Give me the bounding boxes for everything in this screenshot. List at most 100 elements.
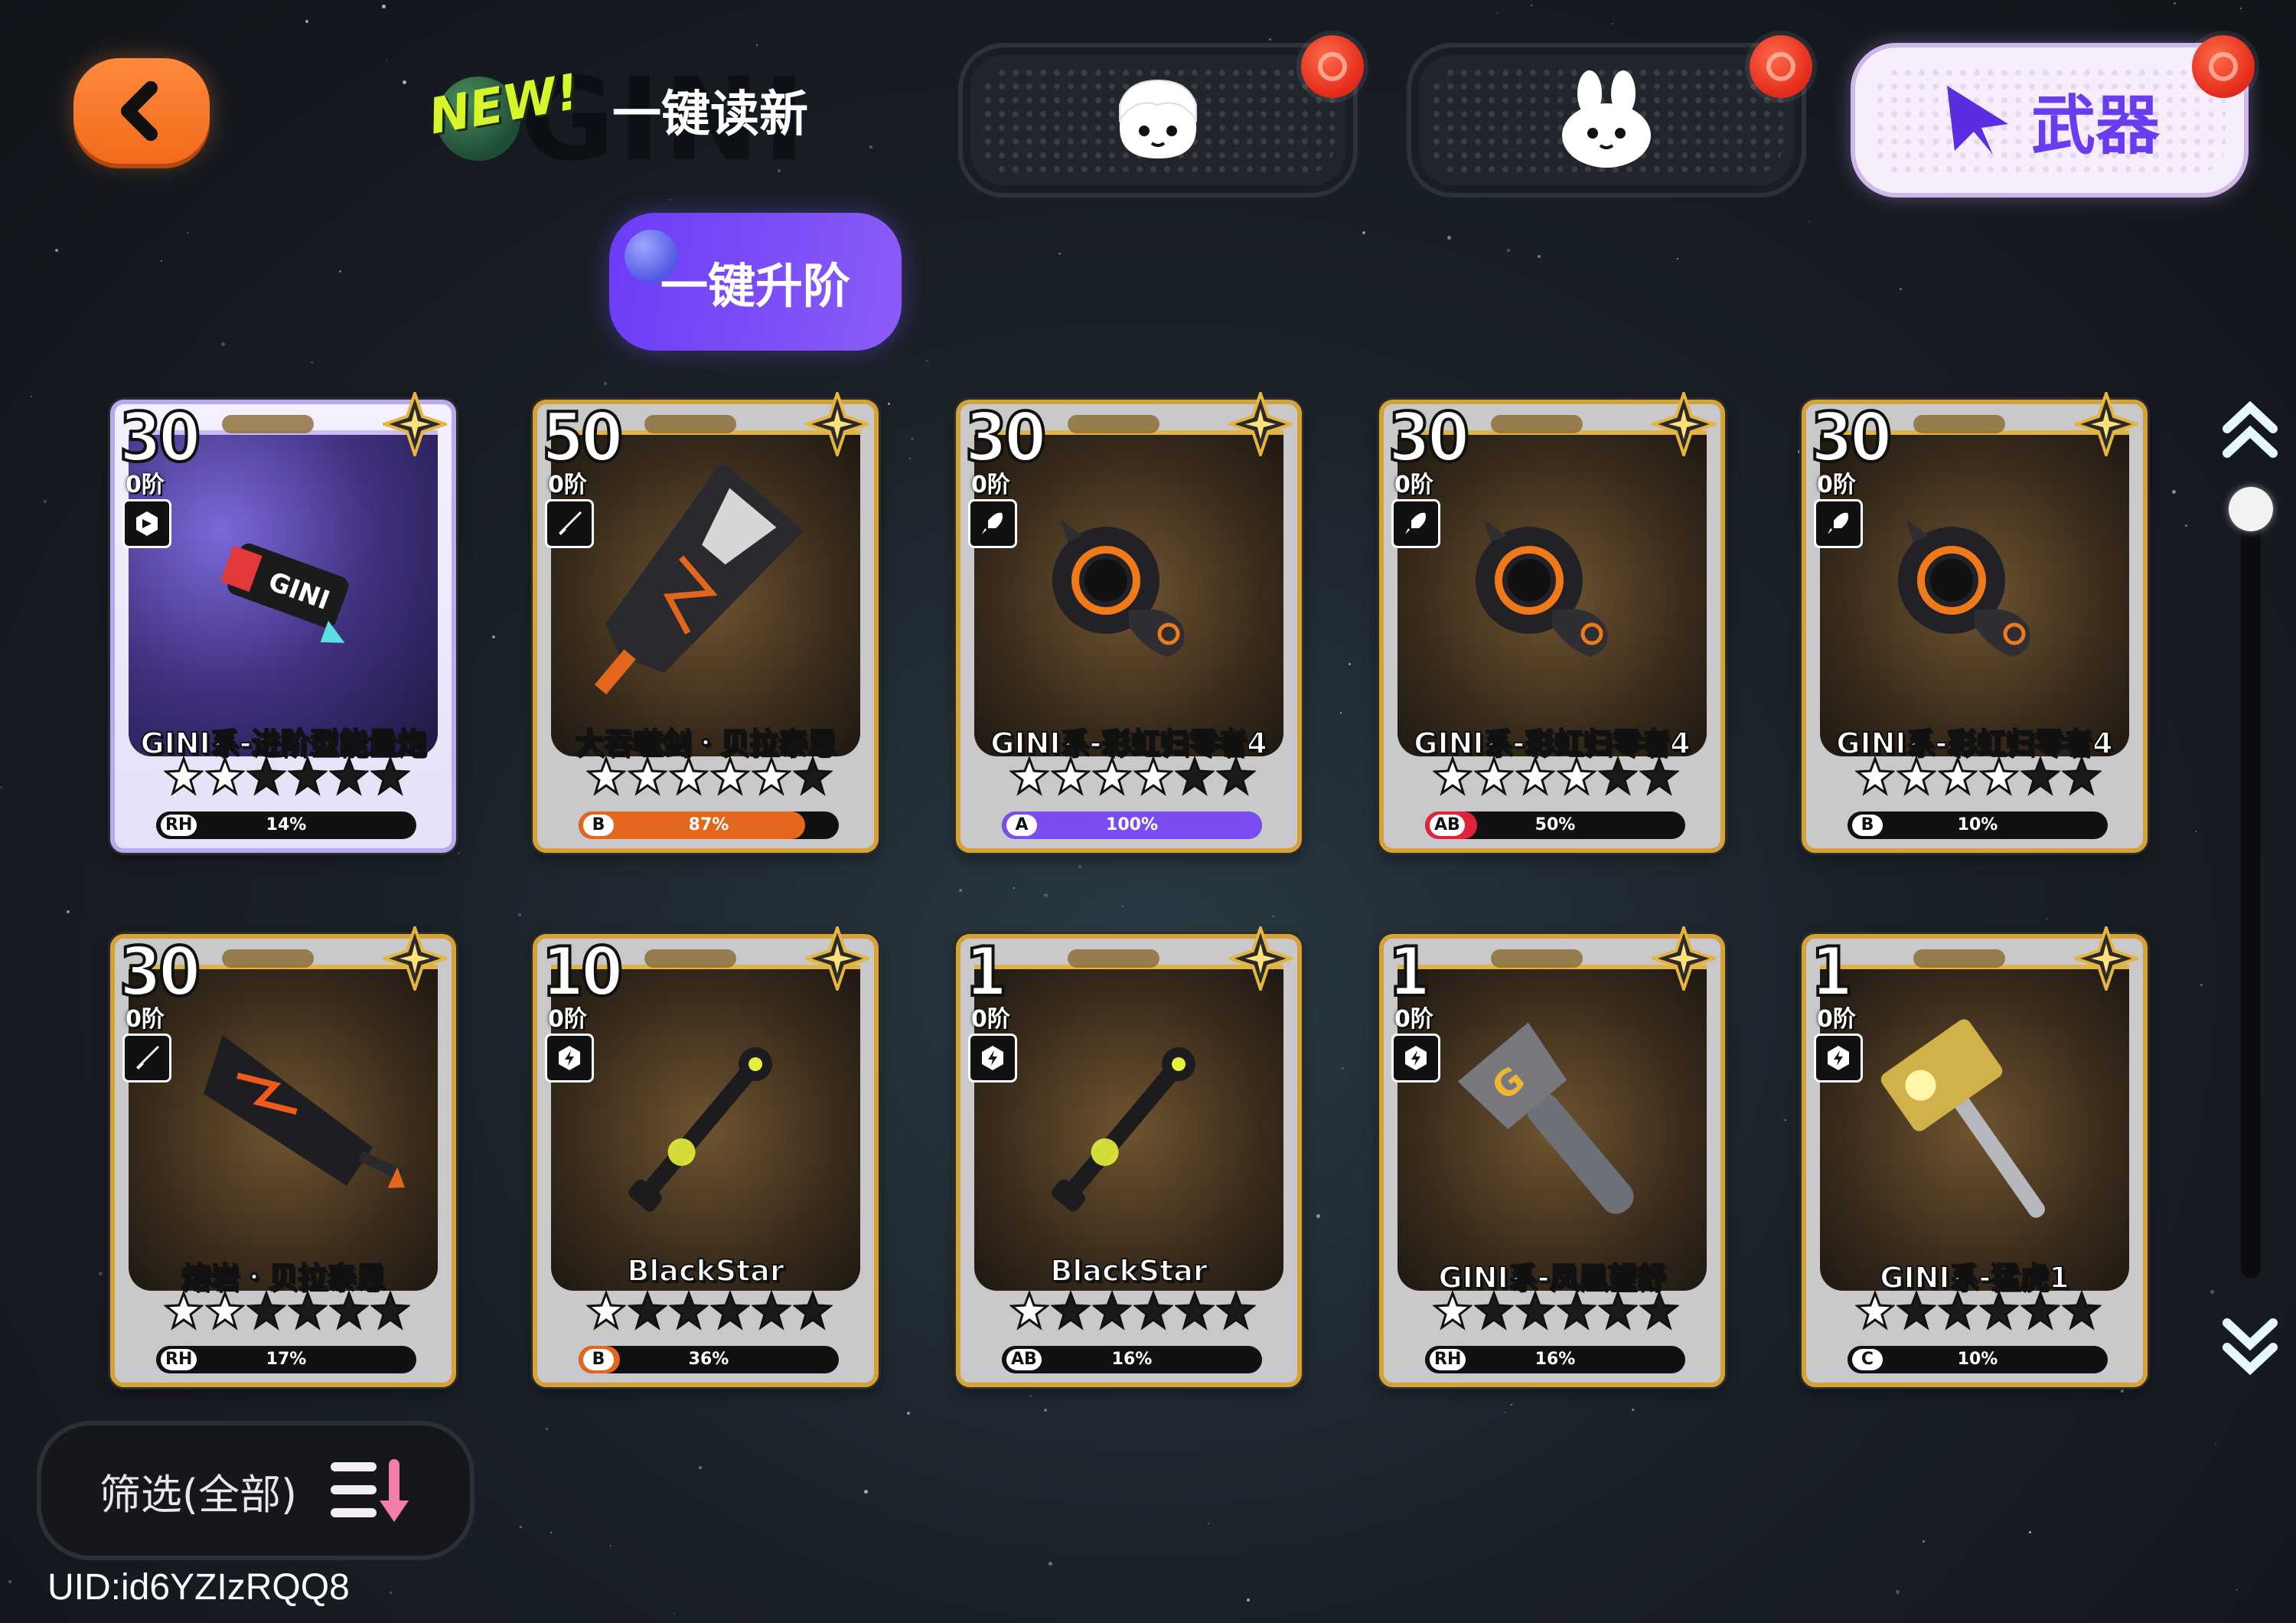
star-dot [1900, 288, 1902, 290]
sword-type-icon [545, 499, 594, 548]
star-dot [1505, 1412, 1506, 1413]
filter-button[interactable]: 筛选(全部) [37, 1421, 475, 1560]
back-button[interactable] [73, 58, 210, 164]
star-dot [2215, 1443, 2216, 1445]
scroll-down-icon[interactable] [2219, 1309, 2281, 1378]
star-filled-icon [1557, 756, 1596, 796]
star-dot [2210, 1290, 2214, 1294]
star-empty-icon [329, 1291, 369, 1331]
star-empty-icon [288, 1291, 328, 1331]
card-emblem [1068, 415, 1159, 433]
star-empty-icon [710, 1291, 750, 1331]
star-empty-icon [1979, 1291, 2019, 1331]
weapon-card[interactable]: 30 0阶 GINI系-彩虹归零者4 AB 50% [1379, 392, 1725, 853]
star-empty-icon [1175, 1291, 1215, 1331]
weapon-card[interactable]: 30 0阶 熔岩・贝拉泰恩 RH 17% [110, 926, 456, 1387]
back-arrow-icon [121, 81, 158, 141]
weapon-rank: 0阶 [1817, 1006, 1856, 1033]
star-dot [99, 1272, 103, 1275]
star-dot [1273, 916, 1274, 917]
star-dot [2240, 8, 2242, 9]
star-dot [673, 1613, 675, 1615]
read-all-new-button[interactable]: GINI NEW! 一键读新 [406, 46, 895, 187]
weapon-card[interactable]: 30 0阶 GINI系-彩虹归零者4 A 100% [956, 392, 1302, 853]
star-dot [1208, 1523, 1209, 1524]
card-emblem [644, 415, 736, 433]
progress-bar: B 10% [1848, 812, 2108, 839]
bunny-icon [1562, 70, 1651, 168]
card-emblem [1491, 415, 1583, 433]
star-dot [339, 270, 341, 273]
scroll-up-icon[interactable] [2219, 398, 2281, 467]
progress-percent: 17% [266, 1350, 307, 1369]
star-dot [1058, 253, 1061, 255]
rarity-star-icon [383, 926, 447, 991]
star-filled-icon [164, 756, 204, 796]
star-dot [305, 20, 308, 23]
star-dot [1316, 1214, 1320, 1218]
weapon-card[interactable]: 1 0阶 G GINI系-凤凰望舒 RH 16% [1379, 926, 1725, 1387]
progress-bar: AB 16% [1002, 1346, 1262, 1373]
progress-bar: RH 17% [156, 1346, 416, 1373]
sword-type-icon [122, 1034, 171, 1083]
star-dot [1362, 231, 1365, 234]
scroll-thumb[interactable] [2229, 487, 2273, 531]
weapon-rank: 0阶 [548, 1006, 587, 1033]
weapon-card[interactable]: 1 0阶 BlackStar AB 16% [956, 926, 1302, 1387]
tab-pet-bunny[interactable] [1407, 35, 1812, 198]
star-empty-icon [1175, 756, 1215, 796]
star-filled-icon [669, 756, 709, 796]
star-dot [1632, 1409, 1634, 1411]
star-empty-icon [1639, 756, 1679, 796]
tab-character-face[interactable] [958, 35, 1364, 198]
progress-percent: 87% [688, 815, 729, 834]
star-dot [1785, 1119, 1786, 1121]
star-dot [604, 382, 607, 385]
scroll-track[interactable] [2241, 490, 2261, 1278]
weapon-card[interactable]: 30 0阶 GINI系-彩虹归零者4 B 10% [1802, 392, 2148, 853]
progress-bar: C 10% [1848, 1346, 2108, 1373]
star-dot [2236, 1589, 2238, 1591]
star-empty-icon [1092, 1291, 1132, 1331]
progress-bar: B 36% [579, 1346, 839, 1373]
star-empty-icon [1051, 1291, 1091, 1331]
star-filled-icon [1433, 756, 1473, 796]
cannon-type-icon [122, 499, 171, 548]
star-empty-icon [793, 1291, 833, 1331]
progress-percent: 16% [1111, 1350, 1153, 1369]
star-dot [2195, 831, 2197, 832]
weapon-name: BlackStar [626, 1253, 784, 1288]
rarity-star-icon [383, 392, 447, 456]
user-id: UID:id6YZIzRQQ8 [47, 1567, 350, 1608]
star-empty-icon [2062, 1291, 2102, 1331]
star-empty-icon [329, 756, 369, 796]
star-dot [1044, 893, 1048, 897]
upgrade-all-button[interactable]: 一键升阶 [609, 213, 902, 351]
weapon-card[interactable]: 1 0阶 GINI系-猛虎1 C 10% [1802, 926, 2148, 1387]
star-empty-icon [1896, 1291, 1936, 1331]
star-dot [221, 342, 225, 346]
star-empty-icon [1557, 1291, 1596, 1331]
star-filled-icon [1515, 756, 1555, 796]
weapon-card[interactable]: 30 0阶 GINI GINI系-进阶型能量炮 RH 14% [110, 392, 456, 853]
rarity-star-icon [1228, 926, 1293, 991]
weapon-card[interactable]: 50 0阶 大吞噬剑・贝拉泰恩 B 87% [533, 392, 879, 853]
star-dot [2172, 490, 2176, 494]
star-rating [1852, 1291, 2105, 1337]
star-dot [2029, 1531, 2031, 1533]
shield-type-icon [968, 1034, 1017, 1083]
weapon-card[interactable]: 10 0阶 BlackStar B 36% [533, 926, 879, 1387]
star-filled-icon [586, 1291, 626, 1331]
tab-weapons[interactable]: 武器 [1851, 35, 2255, 198]
star-dot [161, 260, 162, 262]
star-empty-icon [1216, 756, 1256, 796]
weapon-name: GINI系-彩虹归零者4 [1413, 726, 1691, 761]
star-dot [926, 360, 928, 362]
star-rating [583, 1291, 836, 1337]
rarity-star-icon [1652, 926, 1716, 991]
star-dot [520, 1526, 522, 1528]
star-filled-icon [1855, 1291, 1895, 1331]
progress-bar: A 100% [1002, 812, 1262, 839]
star-rating [1430, 1291, 1682, 1337]
weapon-rank: 0阶 [126, 472, 165, 498]
